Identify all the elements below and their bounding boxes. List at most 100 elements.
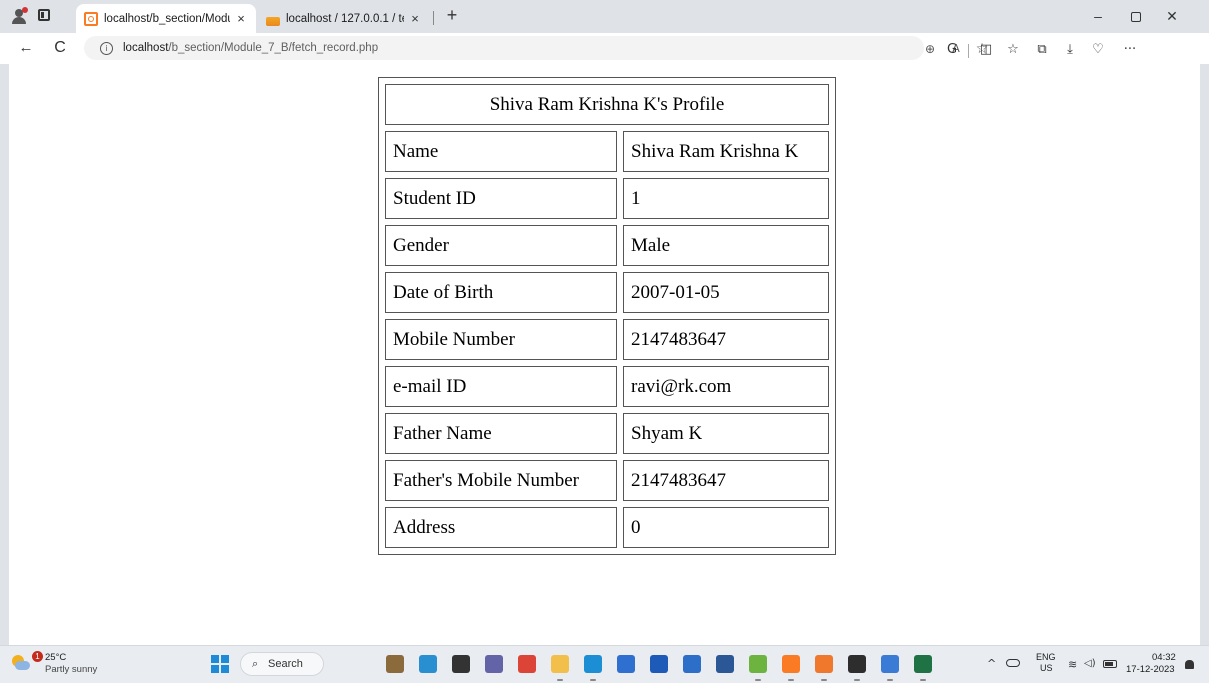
- clock-time[interactable]: 04:32: [1152, 652, 1176, 663]
- browser-title-bar: localhost/b_section/Module_7_B × localho…: [0, 0, 1209, 33]
- split-screen-icon[interactable]: ◫: [977, 41, 995, 59]
- restore-button[interactable]: [1125, 6, 1145, 26]
- clock-date[interactable]: 17-12-2023: [1126, 664, 1175, 675]
- profile-field-value: 0: [623, 507, 829, 548]
- weather-description: Partly sunny: [45, 664, 98, 675]
- tab-label: localhost / 127.0.0.1 / test / stu_: [286, 12, 404, 25]
- page-viewport: Shiva Ram Krishna K's Profile Name Shiva …: [9, 64, 1200, 645]
- edge-app-icon[interactable]: [584, 655, 602, 681]
- more-options-icon[interactable]: ···: [1121, 41, 1139, 59]
- profile-row: e-mail ID ravi@rk.com: [385, 366, 829, 407]
- taskbar: 1 25°C Partly sunny ⌕ Search ^ ENG US ≋ …: [0, 645, 1209, 683]
- url-host: localhost: [123, 42, 169, 54]
- profile-row: Date of Birth 2007-01-05: [385, 272, 829, 313]
- partly-sunny-icon: [10, 655, 30, 671]
- weather-temperature: 25°C: [45, 652, 67, 663]
- store-app-icon[interactable]: [683, 655, 701, 673]
- tab-divider: [433, 11, 434, 25]
- profile-field-label: Mobile Number: [385, 319, 617, 360]
- url-text[interactable]: localhost/b_section/Module_7_B/fetch_rec…: [123, 42, 378, 54]
- profile-field-value: 2147483647: [623, 460, 829, 501]
- profile-row: Father Name Shyam K: [385, 413, 829, 454]
- taskbar-search[interactable]: ⌕ Search: [240, 652, 324, 676]
- close-tab-icon[interactable]: ×: [408, 11, 422, 26]
- xampp-icon: [84, 11, 98, 26]
- profile-row: Address 0: [385, 507, 829, 548]
- utorrent-app-icon[interactable]: [749, 655, 767, 681]
- profile-row: Gender Male: [385, 225, 829, 266]
- tab-phpmyadmin[interactable]: localhost / 127.0.0.1 / test / stu_ ×: [258, 4, 430, 33]
- copilot-app-icon[interactable]: [419, 655, 437, 673]
- collections-icon[interactable]: ⧉: [1033, 41, 1051, 59]
- restore-icon: [1131, 12, 1141, 22]
- phpmyadmin-icon: [266, 16, 280, 26]
- address-bar[interactable]: i localhost/b_section/Module_7_B/fetch_r…: [84, 36, 988, 60]
- file-explorer-app-icon[interactable]: [551, 655, 569, 681]
- onedrive-icon[interactable]: [1006, 659, 1020, 667]
- profile-icon[interactable]: [10, 7, 28, 25]
- excel-app-icon[interactable]: [914, 655, 932, 681]
- language-indicator[interactable]: ENG: [1036, 652, 1056, 662]
- start-button[interactable]: [211, 655, 229, 673]
- wifi-icon[interactable]: ≋: [1068, 658, 1077, 671]
- profile-row: Student ID 1: [385, 178, 829, 219]
- new-tab-button[interactable]: +: [442, 5, 462, 26]
- extensions-icon[interactable]: ♡: [1089, 41, 1107, 59]
- volume-icon[interactable]: ◁): [1084, 658, 1096, 669]
- url-path: /b_section/Module_7_B/fetch_record.php: [168, 42, 379, 54]
- teams-app-icon[interactable]: [485, 655, 503, 673]
- zoom-icon[interactable]: ⊕: [922, 41, 938, 57]
- profile-field-value: 2147483647: [623, 319, 829, 360]
- profile-field-value: 2007-01-05: [623, 272, 829, 313]
- tab-actions-icon[interactable]: [38, 9, 50, 21]
- search-label: Search: [268, 658, 303, 670]
- deer-widget-app-icon[interactable]: [386, 655, 404, 673]
- word-app-icon[interactable]: [716, 655, 734, 673]
- tab-fetch-record[interactable]: localhost/b_section/Module_7_B ×: [76, 4, 256, 33]
- close-tab-icon[interactable]: ×: [234, 11, 248, 26]
- profile-title-row: Shiva Ram Krishna K's Profile: [385, 84, 829, 125]
- refresh-button[interactable]: C: [50, 38, 70, 58]
- profile-title: Shiva Ram Krishna K's Profile: [385, 84, 829, 125]
- profile-field-label: e-mail ID: [385, 366, 617, 407]
- profile-field-label: Name: [385, 131, 617, 172]
- profile-field-label: Student ID: [385, 178, 617, 219]
- battery-icon[interactable]: [1103, 660, 1117, 668]
- tab-label: localhost/b_section/Module_7_B: [104, 12, 230, 25]
- profile-field-label: Gender: [385, 225, 617, 266]
- sublime-app-icon[interactable]: [815, 655, 833, 681]
- profile-field-label: Address: [385, 507, 617, 548]
- toolbar-divider: [968, 44, 969, 58]
- back-button[interactable]: ←: [16, 38, 36, 58]
- notepad-app-icon[interactable]: [881, 655, 899, 681]
- notification-bell-icon[interactable]: [1185, 660, 1194, 669]
- close-window-button[interactable]: ✕: [1162, 6, 1182, 26]
- profile-field-label: Date of Birth: [385, 272, 617, 313]
- minimize-button[interactable]: –: [1088, 6, 1108, 26]
- favorites-icon[interactable]: ☆: [1004, 41, 1022, 59]
- dropbox-app-icon[interactable]: [650, 655, 668, 673]
- chrome-app-icon[interactable]: [518, 655, 536, 673]
- profile-field-value: ravi@rk.com: [623, 366, 829, 407]
- site-info-icon[interactable]: i: [100, 41, 113, 55]
- downloads-icon[interactable]: ⤓: [1061, 41, 1079, 59]
- task-view-app-icon[interactable]: [452, 655, 470, 673]
- profile-row: Name Shiva Ram Krishna K: [385, 131, 829, 172]
- app-icon-8-icon[interactable]: [617, 655, 635, 673]
- weather-badge: 1: [32, 651, 43, 662]
- terminal-app-icon[interactable]: [848, 655, 866, 681]
- profile-row: Father's Mobile Number 2147483647: [385, 460, 829, 501]
- tray-chevron-icon[interactable]: ^: [987, 657, 996, 670]
- profile-field-value: 1: [623, 178, 829, 219]
- browser-toolbar: ← C i localhost/b_section/Module_7_B/fet…: [0, 33, 1209, 64]
- profile-row: Mobile Number 2147483647: [385, 319, 829, 360]
- browser-essentials-icon[interactable]: G: [943, 41, 961, 59]
- profile-field-label: Father Name: [385, 413, 617, 454]
- region-indicator[interactable]: US: [1040, 663, 1053, 673]
- xampp-app-icon[interactable]: [782, 655, 800, 681]
- profile-field-value: Shyam K: [623, 413, 829, 454]
- profile-table: Shiva Ram Krishna K's Profile Name Shiva …: [378, 77, 836, 555]
- profile-field-label: Father's Mobile Number: [385, 460, 617, 501]
- profile-field-value: Male: [623, 225, 829, 266]
- search-icon: ⌕: [252, 657, 259, 670]
